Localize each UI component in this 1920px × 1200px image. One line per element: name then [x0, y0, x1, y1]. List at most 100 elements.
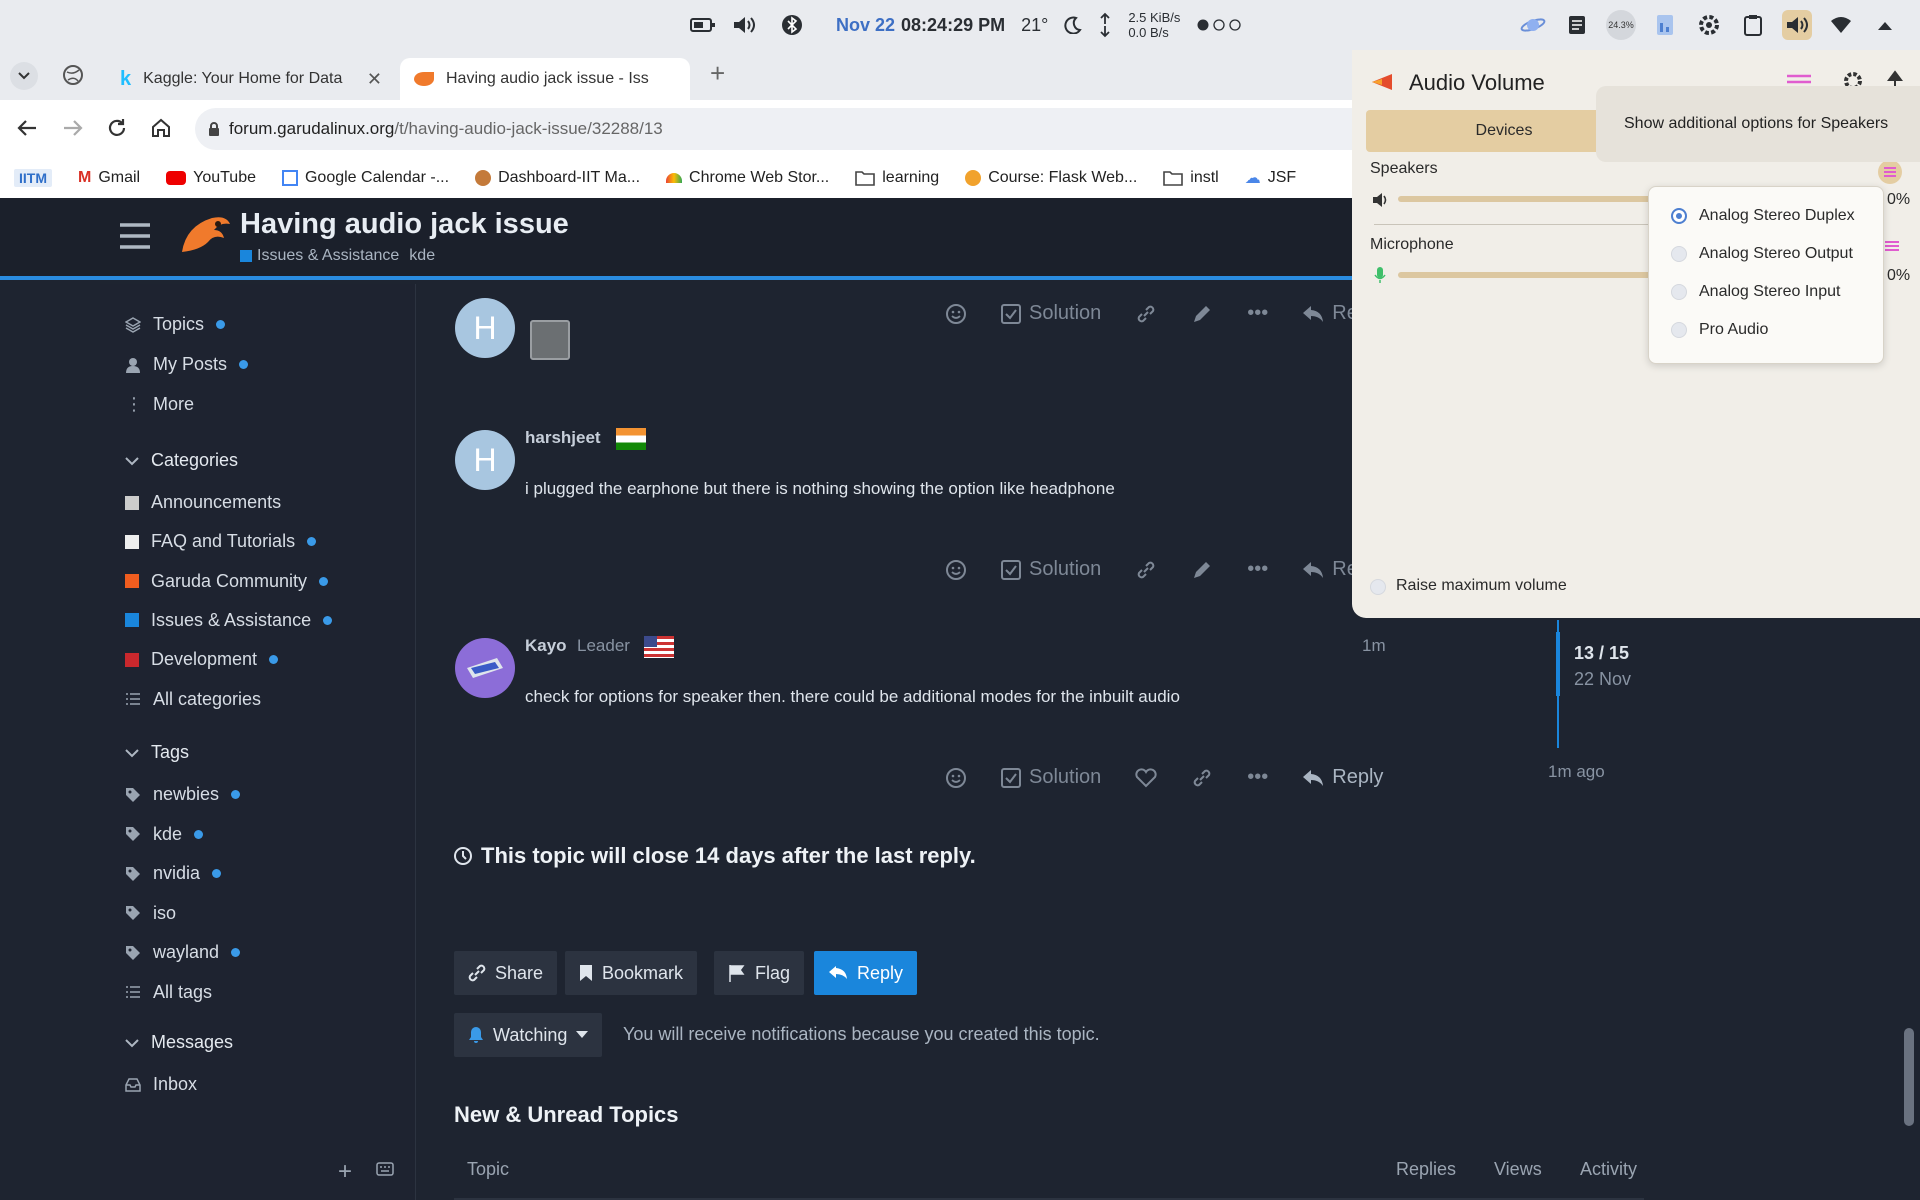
volume-icon[interactable]: [732, 15, 756, 35]
bookmark-iitm[interactable]: IITM: [14, 169, 52, 187]
more-options-icon[interactable]: •••: [1247, 302, 1268, 325]
back-icon[interactable]: [16, 118, 38, 138]
link-icon[interactable]: [1191, 767, 1213, 789]
share-button[interactable]: Share: [454, 951, 558, 995]
microphone-volume-slider[interactable]: [1398, 272, 1658, 278]
hamburger-menu-icon[interactable]: [120, 222, 150, 250]
home-icon[interactable]: [150, 117, 172, 139]
microphone-icon[interactable]: [1374, 266, 1386, 284]
profile-option[interactable]: Analog Stereo Duplex: [1671, 207, 1855, 225]
sidebar-tag-item[interactable]: nvidia: [125, 863, 222, 884]
solution-button[interactable]: Solution: [1001, 558, 1101, 581]
bookmark-folder-instl[interactable]: instl: [1163, 169, 1219, 187]
sidebar-section-messages[interactable]: Messages: [125, 1032, 233, 1053]
weather-temperature[interactable]: 21°: [1021, 15, 1048, 36]
wifi-icon[interactable]: [1826, 10, 1856, 40]
clock-date[interactable]: Nov 22: [836, 15, 895, 36]
sidebar-category-item[interactable]: FAQ and Tutorials: [125, 531, 317, 552]
speaker-options-icon[interactable]: [1878, 160, 1902, 184]
settings-gear-icon[interactable]: [1694, 10, 1724, 40]
more-options-icon[interactable]: •••: [1247, 558, 1268, 581]
sidebar-tag-item[interactable]: wayland: [125, 942, 241, 963]
link-icon[interactable]: [1135, 303, 1157, 325]
bookmark-chrome-web-store[interactable]: Chrome Web Stor...: [666, 169, 829, 187]
sidebar-tag-item[interactable]: newbies: [125, 784, 241, 805]
reply-button[interactable]: Re: [1302, 558, 1358, 581]
clock-time[interactable]: 08:24:29 PM: [901, 15, 1005, 36]
url-bar[interactable]: forum.garudalinux.org/t/having-audio-jac…: [195, 108, 1455, 150]
battery-icon[interactable]: [690, 17, 716, 33]
planet-icon[interactable]: [1518, 10, 1548, 40]
edit-pencil-icon[interactable]: [1191, 303, 1213, 325]
sidebar-category-item[interactable]: Announcements: [125, 492, 281, 513]
reply-button[interactable]: Re: [1302, 302, 1358, 325]
sidebar-section-tags[interactable]: Tags: [125, 742, 189, 763]
speaker-volume-slider[interactable]: [1398, 196, 1658, 202]
column-views[interactable]: Views: [1494, 1159, 1542, 1180]
virtual-desktop-dots-icon[interactable]: [1196, 18, 1242, 32]
topic-title[interactable]: Having audio jack issue: [240, 208, 569, 241]
sidebar-category-item[interactable]: All categories: [125, 689, 261, 710]
sidebar-section-categories[interactable]: Categories: [125, 450, 238, 471]
site-info-icon[interactable]: [207, 121, 221, 137]
solution-button[interactable]: Solution: [1001, 766, 1101, 789]
bookmark-gmail[interactable]: M Gmail: [78, 169, 140, 187]
garuda-logo[interactable]: [178, 214, 232, 260]
link-icon[interactable]: [1135, 559, 1157, 581]
topic-tag[interactable]: kde: [409, 247, 435, 265]
timeline-handle[interactable]: [1556, 632, 1560, 696]
speaker-volume-icon[interactable]: [1372, 192, 1390, 208]
tab-globe-icon[interactable]: [62, 64, 84, 86]
tab-list-button[interactable]: [10, 62, 38, 90]
solution-button[interactable]: Solution: [1001, 302, 1101, 325]
notes-icon[interactable]: [1562, 10, 1592, 40]
sidebar-item-topics[interactable]: Topics: [125, 314, 226, 335]
memory-monitor-icon[interactable]: [1650, 10, 1680, 40]
close-tab-icon[interactable]: ✕: [367, 69, 382, 90]
clipboard-icon[interactable]: [1738, 10, 1768, 40]
edit-pencil-icon[interactable]: [1191, 559, 1213, 581]
bluetooth-icon[interactable]: [782, 13, 802, 37]
react-emoji-icon[interactable]: [945, 559, 967, 581]
more-options-icon[interactable]: •••: [1247, 766, 1268, 789]
profile-option[interactable]: Analog Stereo Output: [1671, 245, 1853, 263]
react-emoji-icon[interactable]: [945, 767, 967, 789]
microphone-options-icon[interactable]: [1882, 236, 1902, 256]
sidebar-item-more[interactable]: ⋮ More: [125, 394, 194, 415]
expand-tray-icon[interactable]: [1870, 10, 1900, 40]
sidebar-category-item[interactable]: Development: [125, 649, 279, 670]
reply-topic-button[interactable]: Reply: [814, 951, 918, 995]
sidebar-tag-item[interactable]: kde: [125, 824, 204, 845]
heart-icon[interactable]: [1135, 767, 1157, 788]
sidebar-category-item[interactable]: Issues & Assistance: [125, 610, 333, 631]
post-time[interactable]: 1m: [1362, 636, 1386, 656]
add-icon[interactable]: +: [338, 1158, 352, 1186]
flag-button[interactable]: Flag: [714, 951, 805, 995]
reload-icon[interactable]: [106, 117, 128, 139]
image-thumbnail[interactable]: [530, 320, 570, 360]
timeline-last-activity[interactable]: 1m ago: [1548, 762, 1605, 782]
bookmark-dashboard[interactable]: Dashboard-IIT Ma...: [475, 169, 640, 187]
bookmark-button[interactable]: Bookmark: [565, 951, 698, 995]
reply-button[interactable]: Reply: [1302, 766, 1383, 789]
new-tab-button[interactable]: +: [710, 58, 725, 89]
profile-option[interactable]: Pro Audio: [1671, 321, 1768, 339]
keyboard-icon[interactable]: [376, 1162, 394, 1176]
sidebar-tag-item[interactable]: All tags: [125, 982, 212, 1003]
audio-volume-tray-icon[interactable]: [1782, 10, 1812, 40]
column-replies[interactable]: Replies: [1396, 1159, 1456, 1180]
bookmark-google-calendar[interactable]: Google Calendar -...: [281, 169, 449, 187]
bookmark-folder-learning[interactable]: learning: [855, 169, 939, 187]
topic-category[interactable]: Issues & Assistance: [240, 247, 399, 265]
user-avatar[interactable]: [455, 638, 515, 698]
bookmark-flask-course[interactable]: Course: Flask Web...: [965, 169, 1137, 187]
raise-max-volume-checkbox[interactable]: [1370, 579, 1386, 595]
cpu-monitor[interactable]: 24.3%: [1606, 10, 1636, 40]
column-activity[interactable]: Activity: [1580, 1159, 1637, 1180]
post-username[interactable]: harshjeet: [525, 428, 601, 448]
column-topic[interactable]: Topic: [467, 1159, 509, 1180]
user-avatar[interactable]: H: [455, 430, 515, 490]
profile-option[interactable]: Analog Stereo Input: [1671, 283, 1840, 301]
react-emoji-icon[interactable]: [945, 303, 967, 325]
bookmark-jsf[interactable]: ☁ JSF: [1245, 168, 1296, 188]
